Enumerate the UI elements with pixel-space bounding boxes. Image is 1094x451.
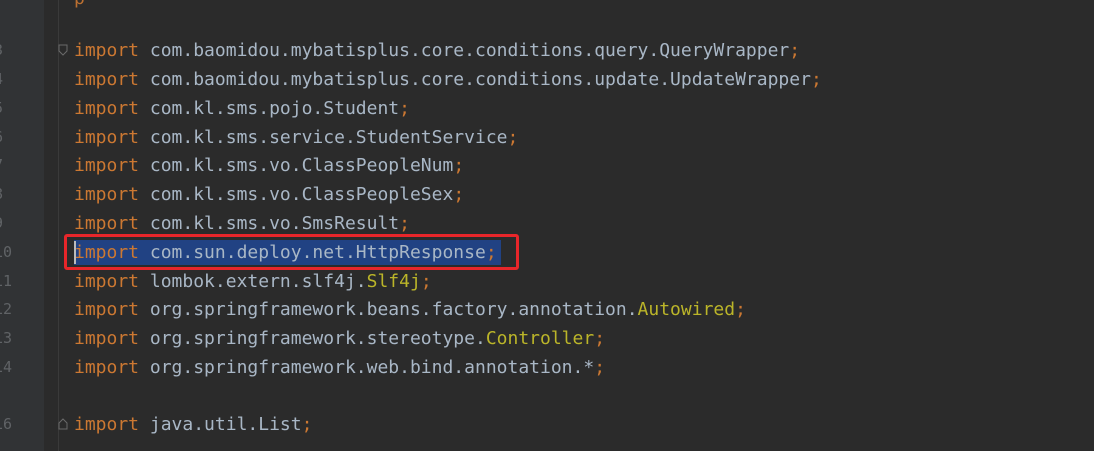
package-path: org.springframework.stereotype. — [149, 328, 486, 349]
code-text: import org.springframework.stereotype.Co… — [74, 324, 605, 353]
code-text: import com.baomidou.mybatisplus.core.con… — [74, 65, 822, 94]
code-line[interactable]: 5 import com.kl.sms.pojo.Student; — [0, 94, 1094, 123]
line-number: 16 — [0, 415, 13, 433]
import-keyword: import — [74, 40, 140, 61]
import-keyword: import — [74, 357, 140, 378]
line-number: 5 — [0, 94, 20, 123]
package-path: com.kl.sms.vo.SmsResult — [149, 213, 400, 234]
code-line[interactable]: 4 import com.baomidou.mybatisplus.core.c… — [0, 65, 1094, 94]
code-text: import java.util.List; — [74, 410, 312, 439]
import-keyword: import — [74, 299, 140, 320]
code-line[interactable]: 12 import org.springframework.beans.fact… — [0, 295, 1094, 324]
code-line[interactable]: 16 import java.util.List; — [0, 410, 1094, 439]
import-keyword: import — [74, 213, 140, 234]
package-path: org.springframework.web.bind.annotation.… — [149, 357, 595, 378]
fold-marker-icon[interactable] — [58, 418, 68, 430]
line-number: 13 — [0, 329, 13, 347]
fold-marker-icon[interactable] — [58, 44, 68, 56]
semicolon: ; — [399, 98, 410, 119]
package-path: lombok.extern.slf4j. — [149, 271, 367, 292]
import-keyword: import — [74, 69, 140, 90]
package-path: com.kl.sms.service.StudentService — [149, 127, 508, 148]
class-name: Autowired — [637, 299, 736, 320]
import-keyword: import — [74, 127, 140, 148]
code-line[interactable]: 3 import com.baomidou.mybatisplus.core.c… — [0, 36, 1094, 65]
code-line[interactable]: 8 import com.kl.sms.vo.ClassPeopleSex; — [0, 180, 1094, 209]
highlight-annotation-box — [64, 234, 519, 270]
line-number: 8 — [0, 180, 20, 209]
package-path: com.kl.sms.vo.ClassPeopleNum — [149, 155, 454, 176]
semicolon: ; — [594, 328, 606, 349]
code-line-partial: p — [0, 0, 1094, 13]
code-text: p — [74, 0, 85, 13]
code-text: import com.kl.sms.vo.ClassPeopleNum; — [74, 151, 464, 180]
line-number: 10 — [0, 243, 13, 261]
semicolon: ; — [789, 40, 801, 61]
import-keyword: import — [74, 155, 140, 176]
import-keyword: import — [74, 184, 140, 205]
line-number: 4 — [0, 65, 20, 94]
line-number: 3 — [0, 36, 20, 65]
semicolon: ; — [810, 69, 822, 90]
semicolon: ; — [507, 127, 519, 148]
code-text: import com.kl.sms.vo.ClassPeopleSex; — [74, 180, 464, 209]
line-number: 11 — [0, 272, 13, 290]
code-text: import com.kl.sms.pojo.Student; — [74, 94, 410, 123]
code-text: import org.springframework.web.bind.anno… — [74, 353, 605, 382]
import-keyword: import — [74, 271, 140, 292]
package-path: java.util.List — [149, 414, 302, 435]
class-name: Controller — [485, 328, 595, 349]
code-text: import com.baomidou.mybatisplus.core.con… — [74, 36, 800, 65]
semicolon: ; — [301, 414, 313, 435]
semicolon: ; — [399, 213, 410, 234]
code-line[interactable]: 7 import com.kl.sms.vo.ClassPeopleNum; — [0, 151, 1094, 180]
code-text: import lombok.extern.slf4j.Slf4j; — [74, 267, 432, 296]
import-keyword: import — [74, 328, 140, 349]
semicolon: ; — [453, 155, 465, 176]
code-line[interactable]: 6 import com.kl.sms.service.StudentServi… — [0, 123, 1094, 152]
code-line[interactable]: 14 import org.springframework.web.bind.a… — [0, 353, 1094, 382]
class-name: Slf4j — [366, 271, 421, 292]
semicolon: ; — [735, 299, 746, 320]
code-text: import com.kl.sms.service.StudentService… — [74, 123, 518, 152]
semicolon: ; — [594, 357, 606, 378]
package-path: com.kl.sms.pojo.Student — [149, 98, 400, 119]
code-editor[interactable]: p 3 import com.baomidou.mybatisplus.core… — [0, 0, 1094, 451]
line-number: 6 — [0, 123, 20, 152]
semicolon: ; — [420, 271, 432, 292]
package-path: com.baomidou.mybatisplus.core.conditions… — [149, 40, 790, 61]
code-line[interactable]: 11 import lombok.extern.slf4j.Slf4j; — [0, 267, 1094, 296]
code-text: import org.springframework.beans.factory… — [74, 295, 746, 324]
line-number: 12 — [0, 300, 13, 318]
line-number: 9 — [0, 209, 20, 238]
code-line[interactable]: 13 import org.springframework.stereotype… — [0, 324, 1094, 353]
import-keyword: import — [74, 98, 140, 119]
package-path: com.baomidou.mybatisplus.core.conditions… — [149, 69, 811, 90]
import-keyword: import — [74, 414, 140, 435]
line-number: 14 — [0, 358, 13, 376]
line-number: 7 — [0, 151, 20, 180]
package-path: com.kl.sms.vo.ClassPeopleSex — [149, 184, 454, 205]
package-path: org.springframework.beans.factory.annota… — [149, 299, 638, 320]
semicolon: ; — [453, 184, 465, 205]
